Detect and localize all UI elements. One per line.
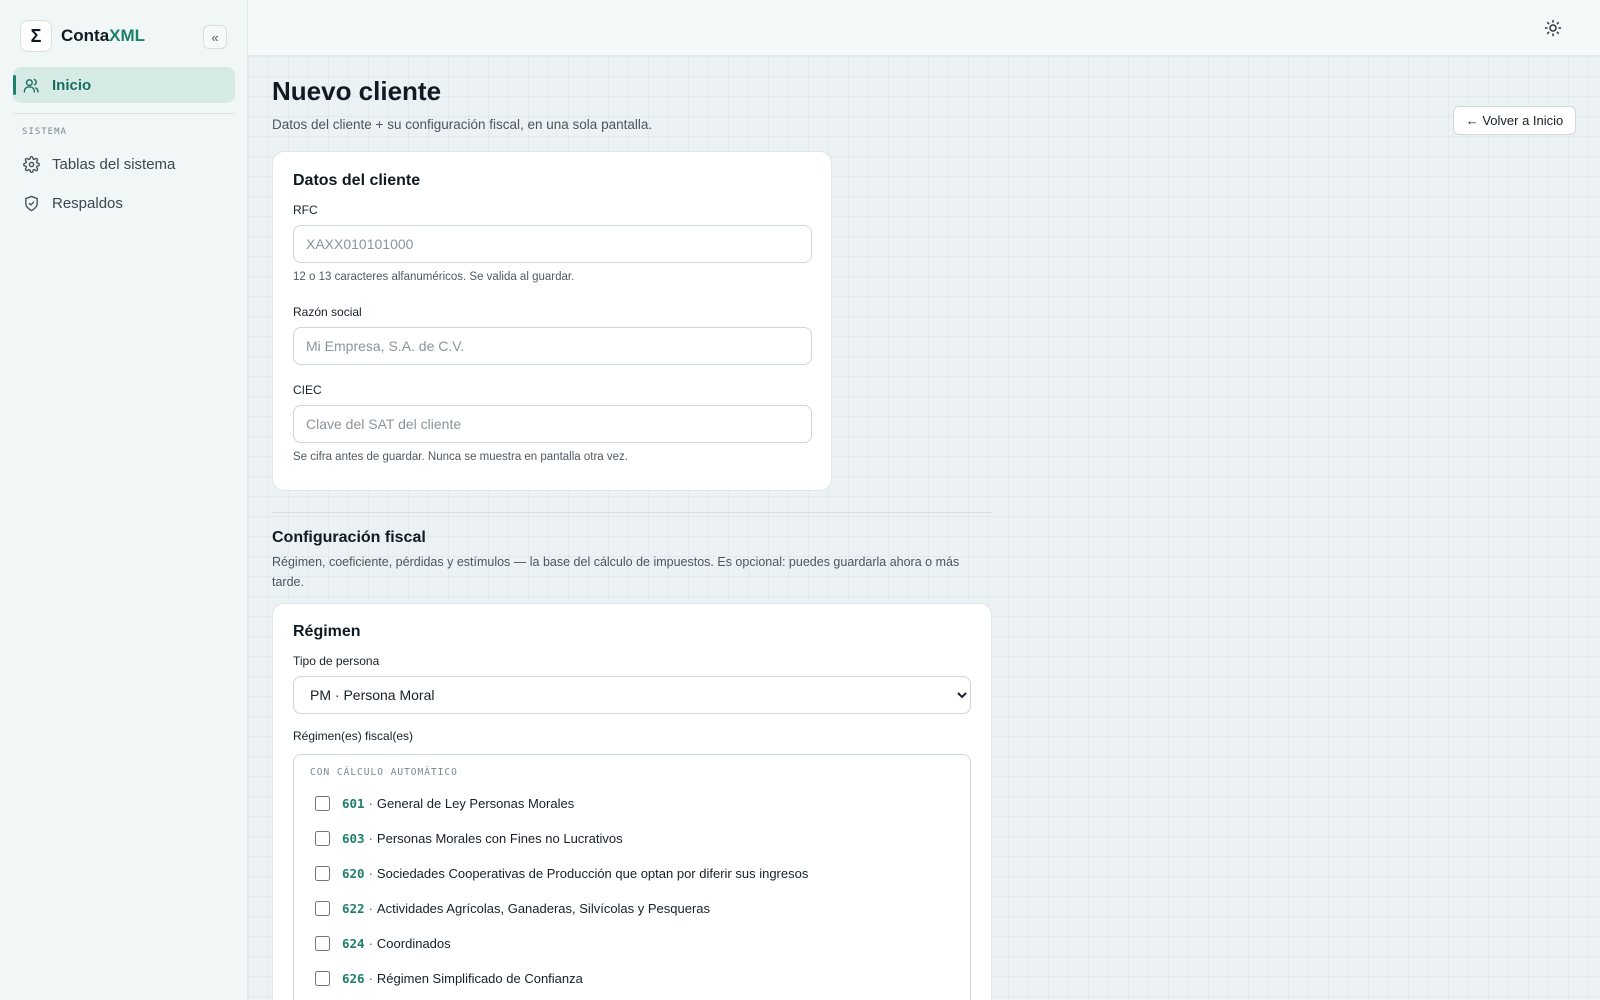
collapse-sidebar-button[interactable]: « bbox=[203, 25, 227, 49]
regimen-separator: · bbox=[368, 935, 373, 951]
regimen-group-label: CON CÁLCULO AUTOMÁTICO bbox=[310, 767, 458, 778]
regimen-code: 626 bbox=[342, 970, 365, 986]
regimen-separator: · bbox=[368, 970, 373, 986]
regimen-separator: · bbox=[368, 900, 373, 916]
regimen-code: 622 bbox=[342, 900, 365, 916]
regimen-name: General de Ley Personas Morales bbox=[376, 795, 575, 811]
sigma-logo-icon: Σ bbox=[20, 20, 52, 52]
sidebar-item-label: Tablas del sistema bbox=[52, 155, 176, 173]
sidebar-section-label: SISTEMA bbox=[22, 127, 67, 137]
brand-name-accent: XML bbox=[109, 26, 146, 45]
page-title: Nuevo cliente bbox=[272, 76, 442, 106]
card-title: Datos del cliente bbox=[293, 172, 421, 189]
regimen-item-601[interactable]: 601 · General de Ley Personas Morales bbox=[315, 793, 574, 813]
sidebar: Σ ContaXML « Inicio SISTEMA Tablas del s… bbox=[0, 0, 248, 1000]
regimen-name: Personas Morales con Fines no Lucrativos bbox=[376, 830, 623, 846]
regimen-item-622[interactable]: 622 · Actividades Agrícolas, Ganaderas, Si… bbox=[315, 898, 710, 918]
sidebar-item-respaldos[interactable]: Respaldos bbox=[13, 185, 235, 221]
back-to-inicio-button[interactable]: ← Volver a Inicio bbox=[1453, 106, 1576, 135]
regimenes-label: Régimen(es) fiscal(es) bbox=[293, 729, 414, 743]
section-divider bbox=[272, 512, 992, 513]
shield-check-icon bbox=[25, 195, 38, 211]
regimen-item-624[interactable]: 624 · Coordinados bbox=[315, 933, 451, 953]
rfc-hint: 12 o 13 caracteres alfanuméricos. Se val… bbox=[293, 271, 575, 283]
sidebar-divider bbox=[13, 113, 235, 114]
regimen-name: Actividades Agrícolas, Ganaderas, Silvíc… bbox=[376, 900, 711, 916]
sidebar-item-label: Inicio bbox=[52, 76, 92, 94]
brand-name: ContaXML bbox=[61, 26, 145, 46]
razon-social-label: Razón social bbox=[293, 305, 362, 319]
regimen-item-626[interactable]: 626 · Régimen Simplificado de Confianza bbox=[315, 968, 583, 988]
tipo-persona-select[interactable]: PM · Persona Moral bbox=[293, 676, 971, 714]
topbar bbox=[248, 0, 1600, 56]
sidebar-item-tablas[interactable]: Tablas del sistema bbox=[13, 146, 235, 182]
regimen-separator: · bbox=[368, 795, 373, 811]
regimen-separator: · bbox=[368, 830, 373, 846]
regimen-code: 624 bbox=[342, 935, 365, 951]
regimen-name: Coordinados bbox=[376, 935, 451, 951]
regimen-checkbox[interactable] bbox=[315, 865, 330, 881]
client-data-card: Datos del cliente RFC 12 o 13 caracteres… bbox=[272, 151, 832, 491]
regimen-code: 620 bbox=[342, 865, 365, 881]
sidebar-item-inicio[interactable]: Inicio bbox=[13, 67, 235, 103]
regimen-item-603[interactable]: 603 · Personas Morales con Fines no Lucrat… bbox=[315, 828, 623, 848]
sun-icon bbox=[1544, 19, 1562, 37]
tipo-persona-label: Tipo de persona bbox=[293, 654, 380, 668]
regimen-code: 603 bbox=[342, 830, 365, 846]
regimen-checkbox[interactable] bbox=[315, 900, 330, 916]
ciec-hint: Se cifra antes de guardar. Nunca se mues… bbox=[293, 451, 628, 463]
ciec-input[interactable] bbox=[293, 405, 812, 443]
regimen-checkbox[interactable] bbox=[315, 830, 330, 846]
regimen-checkbox[interactable] bbox=[315, 795, 330, 811]
page-subtitle: Datos del cliente + su configuración fis… bbox=[272, 117, 653, 132]
brand-name-prefix: Conta bbox=[61, 26, 110, 45]
regimen-card: Régimen Tipo de persona PM · Persona Mor… bbox=[272, 603, 992, 1000]
regimen-item-620[interactable]: 620 · Sociedades Cooperativas de Producció… bbox=[315, 863, 808, 883]
regimen-name: Sociedades Cooperativas de Producción qu… bbox=[376, 865, 809, 881]
regimen-separator: · bbox=[368, 865, 373, 881]
rfc-input[interactable] bbox=[293, 225, 812, 263]
card-title: Régimen bbox=[293, 623, 361, 640]
fiscal-config-title: Configuración fiscal bbox=[272, 529, 426, 546]
regimen-checkbox[interactable] bbox=[315, 970, 330, 986]
regimen-checkbox[interactable] bbox=[315, 935, 330, 951]
sidebar-item-label: Respaldos bbox=[52, 194, 123, 212]
ciec-label: CIEC bbox=[293, 383, 322, 397]
rfc-label: RFC bbox=[293, 203, 318, 217]
fiscal-config-description: Régimen, coeficiente, pérdidas y estímul… bbox=[272, 555, 960, 589]
regimen-code: 601 bbox=[342, 795, 365, 811]
razon-social-input[interactable] bbox=[293, 327, 812, 365]
users-icon bbox=[23, 78, 39, 93]
brand[interactable]: Σ ContaXML bbox=[20, 20, 145, 52]
regimen-name: Régimen Simplificado de Confianza bbox=[376, 970, 583, 986]
regimen-list: CON CÁLCULO AUTOMÁTICO 601 · General de Le… bbox=[293, 754, 971, 1000]
gear-icon bbox=[23, 155, 40, 173]
theme-toggle-button[interactable] bbox=[1542, 17, 1564, 39]
